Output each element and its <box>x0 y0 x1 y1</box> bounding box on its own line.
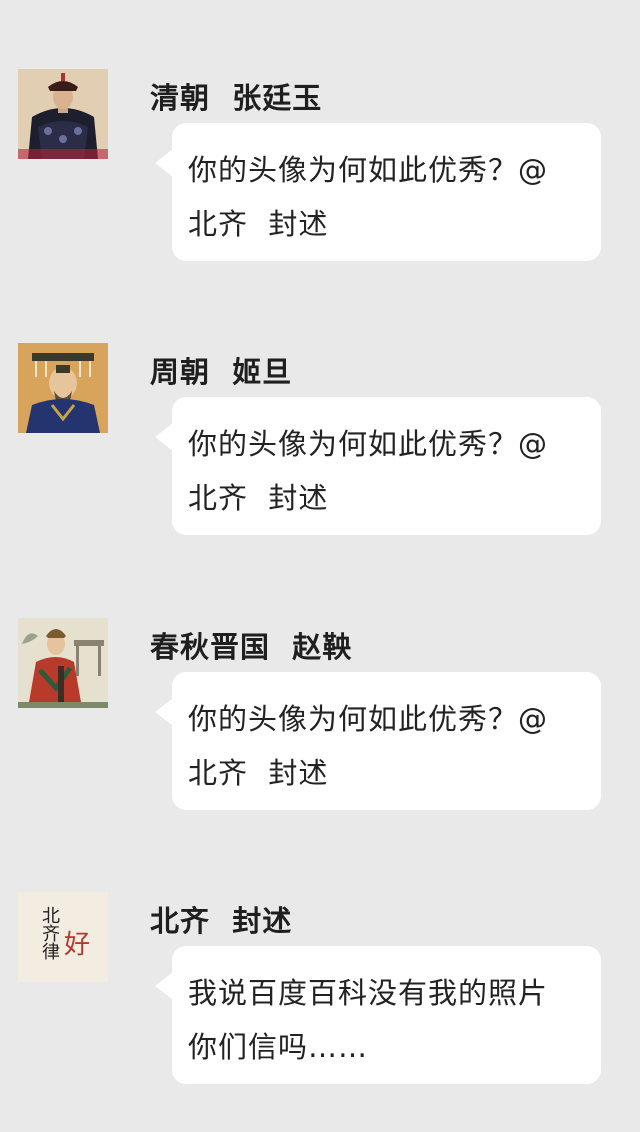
chat-thread: 清朝 张廷玉 你的头像为何如此优秀？@ 北齐 封述 周朝 姬旦 你的头像为何如此… <box>0 0 640 1094</box>
zhou-king-portrait-icon[interactable] <box>18 343 108 433</box>
message-bubble[interactable]: 你的头像为何如此优秀？@ 北齐 封述 <box>155 123 601 261</box>
sender-name: 春秋晋国 赵鞅 <box>150 630 353 664</box>
message-text-line: 你们信吗…… <box>188 1030 369 1064</box>
message-text-line: 北齐 封述 <box>188 207 329 241</box>
qing-official-portrait-icon[interactable] <box>18 69 108 159</box>
message-text-line: 你的头像为何如此优秀？@ <box>188 427 549 461</box>
message-text-line: 你的头像为何如此优秀？@ <box>188 702 549 736</box>
avatar-calligraphy-text: 北齐律 <box>39 906 60 960</box>
chat-message: 周朝 姬旦 你的头像为何如此优秀？@ 北齐 封述 <box>0 343 640 583</box>
spring-autumn-figure-portrait-icon[interactable] <box>18 618 108 708</box>
sender-name: 周朝 姬旦 <box>150 355 293 389</box>
message-bubble[interactable]: 你的头像为何如此优秀？@ 北齐 封述 <box>155 397 601 535</box>
message-text-line: 北齐 封述 <box>188 481 329 515</box>
message-text-line: 我说百度百科没有我的照片 <box>188 976 549 1010</box>
sender-name: 清朝 张廷玉 <box>150 81 323 115</box>
sender-name: 北齐 封述 <box>150 904 293 938</box>
chat-message: 北齐律 好 北齐 封述 我说百度百科没有我的照片 你们信吗…… <box>0 892 640 1132</box>
chat-message: 清朝 张廷玉 你的头像为何如此优秀？@ 北齐 封述 <box>0 69 640 309</box>
message-text-line: 你的头像为何如此优秀？@ <box>188 153 549 187</box>
message-text-line: 北齐 封述 <box>188 756 329 790</box>
avatar-accent-character: 好 <box>64 930 91 960</box>
message-bubble[interactable]: 我说百度百科没有我的照片 你们信吗…… <box>155 946 601 1084</box>
chat-message: 春秋晋国 赵鞅 你的头像为何如此优秀？@ 北齐 封述 <box>0 618 640 858</box>
calligraphy-avatar-icon[interactable]: 北齐律 好 <box>18 892 108 982</box>
message-bubble[interactable]: 你的头像为何如此优秀？@ 北齐 封述 <box>155 672 601 810</box>
